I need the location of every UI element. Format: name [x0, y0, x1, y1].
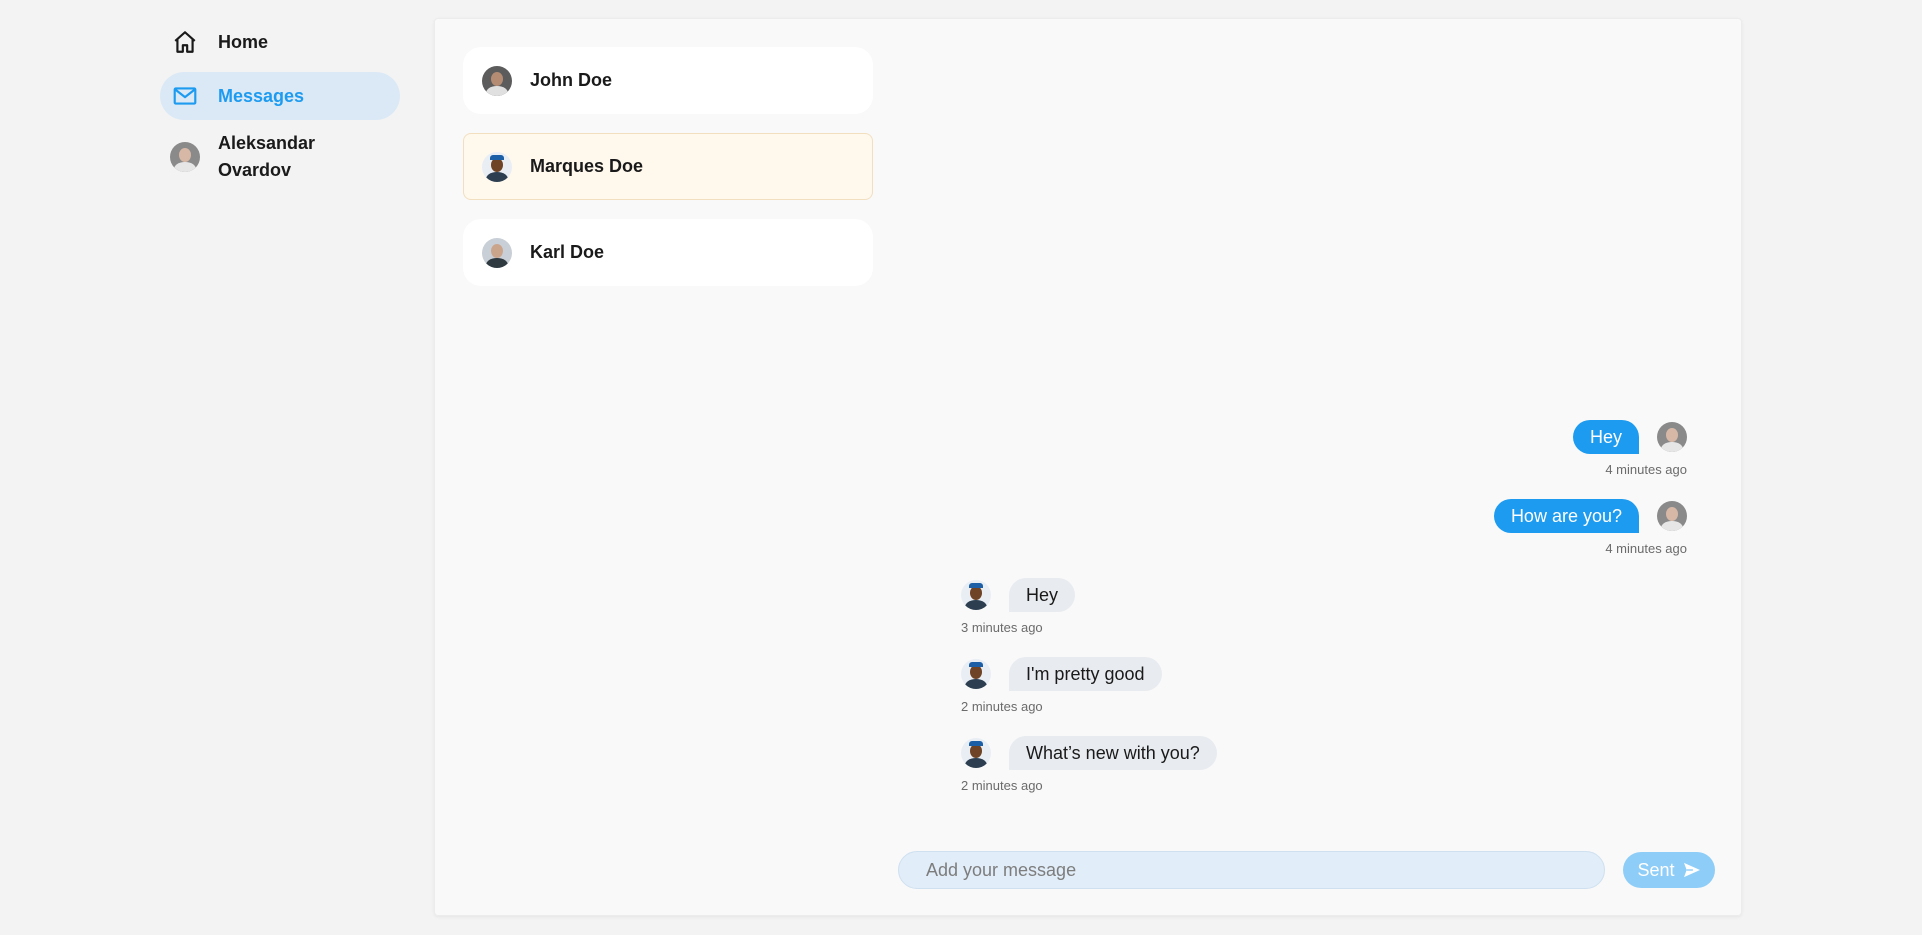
- mail-icon: [170, 81, 200, 111]
- message-incoming: Hey 3 minutes ago: [961, 578, 1076, 635]
- message-timestamp: 3 minutes ago: [961, 620, 1043, 635]
- message-timestamp: 2 minutes ago: [961, 699, 1043, 714]
- profile-link[interactable]: Aleksandar Ovardov: [160, 130, 400, 184]
- avatar: [1657, 501, 1687, 531]
- avatar: [961, 738, 991, 768]
- message-bubble: How are you?: [1493, 499, 1639, 533]
- contact-name: Karl Doe: [530, 242, 605, 262]
- sidebar: Home Messages Aleksandar Ovardov: [160, 18, 400, 184]
- avatar: [961, 659, 991, 689]
- avatar: [482, 151, 512, 182]
- message-input[interactable]: [898, 851, 1605, 889]
- avatar: [1657, 422, 1687, 452]
- message-outgoing: Hey 4 minutes ago: [1572, 420, 1687, 477]
- avatar: [482, 237, 512, 268]
- avatar: [482, 65, 512, 96]
- contact-name: Marques Doe: [530, 156, 644, 176]
- contact-list: John Doe Marques Doe Karl Doe: [463, 47, 873, 305]
- contact-name: John Doe: [530, 70, 613, 90]
- profile-name: Aleksandar Ovardov: [218, 130, 315, 184]
- message-outgoing: How are you? 4 minutes ago: [1493, 499, 1687, 556]
- message-bubble: I'm pretty good: [1009, 657, 1162, 691]
- avatar: [961, 580, 991, 610]
- nav-item-label: Home: [218, 31, 269, 52]
- contact-item-john-doe[interactable]: John Doe: [463, 47, 873, 114]
- message-incoming: I'm pretty good 2 minutes ago: [961, 657, 1162, 714]
- message-bubble: Hey: [1572, 420, 1639, 454]
- send-icon: [1683, 862, 1701, 878]
- avatar: [170, 142, 200, 172]
- message-bubble: What’s new with you?: [1009, 736, 1217, 770]
- send-button-label: Sent: [1637, 859, 1675, 880]
- home-icon: [170, 27, 200, 57]
- message-incoming: What’s new with you? 2 minutes ago: [961, 736, 1217, 793]
- nav-item-home[interactable]: Home: [160, 18, 400, 66]
- chat-thread: Hey 4 minutes ago How are you? 4 minutes…: [923, 19, 1741, 915]
- message-timestamp: 4 minutes ago: [1605, 462, 1687, 477]
- message-bubble: Hey: [1009, 578, 1076, 612]
- profile-name-first: Aleksandar: [218, 133, 316, 153]
- message-timestamp: 4 minutes ago: [1605, 541, 1687, 556]
- nav-item-label: Messages: [218, 85, 305, 106]
- contact-item-marques-doe[interactable]: Marques Doe: [463, 133, 873, 200]
- contact-item-karl-doe[interactable]: Karl Doe: [463, 219, 873, 286]
- messages-panel: John Doe Marques Doe Karl Doe Hey 4 minu…: [434, 18, 1742, 916]
- message-timestamp: 2 minutes ago: [961, 778, 1043, 793]
- profile-name-last: Ovardov: [218, 160, 292, 180]
- send-button[interactable]: Sent: [1623, 852, 1715, 888]
- nav-item-messages[interactable]: Messages: [160, 72, 400, 120]
